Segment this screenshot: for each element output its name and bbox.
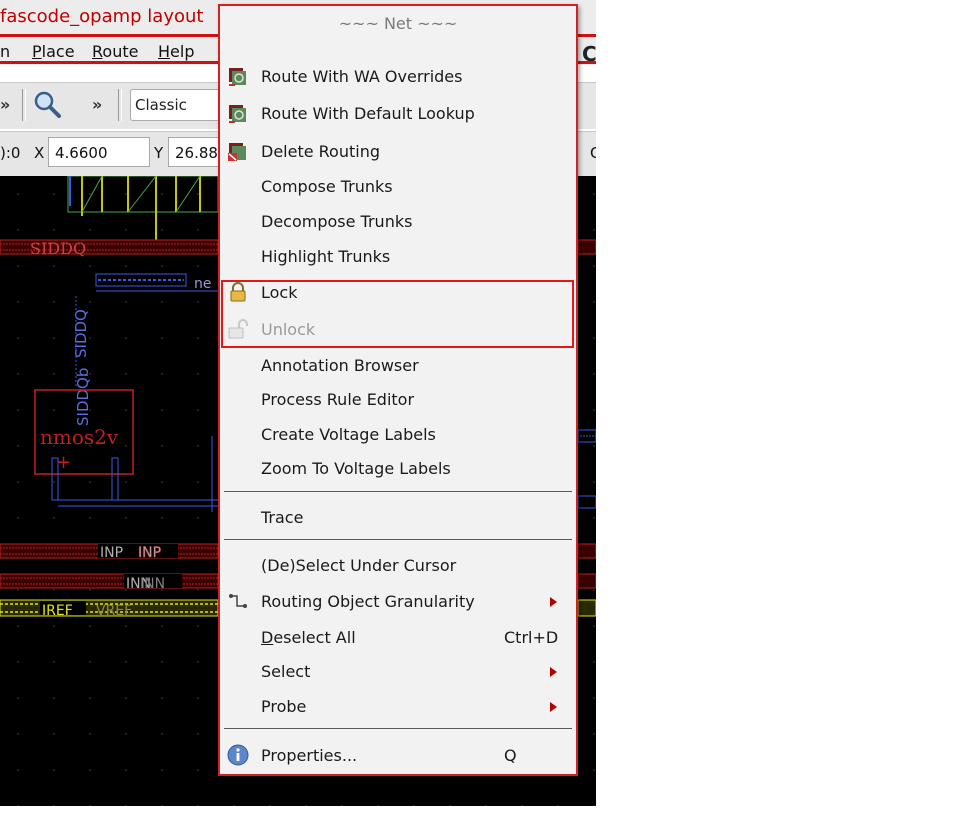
menu-item-routing-object-granularity[interactable]: Routing Object Granularity — [220, 587, 576, 617]
menu-item-annotation-browser[interactable]: Annotation Browser — [220, 351, 576, 381]
menu-item-label: Lock — [261, 283, 298, 302]
menu-item-create-voltage-labels[interactable]: Create Voltage Labels — [220, 420, 576, 450]
net-context-menu: ~~~ Net ~~~ Route With WA Overrides Rout… — [218, 4, 578, 776]
menu-separator — [224, 491, 572, 492]
menu-item-shortcut: Ctrl+D — [504, 628, 559, 647]
menu-item-zoom-voltage-labels[interactable]: Zoom To Voltage Labels — [220, 454, 576, 484]
poly-structure — [67, 176, 219, 246]
menu-item-label: Unlock — [261, 320, 316, 339]
menu-item-label: Process Rule Editor — [261, 390, 415, 409]
inp-rail: INP INP — [0, 543, 219, 561]
route-icon — [229, 105, 246, 123]
toolbar-overflow-chevron-1[interactable]: » — [0, 95, 10, 114]
delete-routing-icon — [228, 143, 246, 161]
menu-separator — [224, 728, 572, 729]
submenu-arrow-icon — [550, 597, 557, 607]
menu-help-mnemonic: H — [158, 42, 171, 61]
menu-item-label: Highlight Trunks — [261, 247, 391, 266]
menu-item-process-rule-editor[interactable]: Process Rule Editor — [220, 385, 576, 415]
menu-route[interactable]: Route — [92, 42, 138, 61]
menu-partial-n-label: n — [0, 42, 11, 61]
zoom-icon[interactable] — [32, 89, 62, 119]
menu-partial-n[interactable]: n — [0, 42, 10, 61]
submenu-arrow-icon — [550, 667, 557, 677]
menu-item-label: Compose Trunks — [261, 177, 393, 196]
route-icon — [229, 68, 246, 86]
inp-label-2: INP — [138, 545, 161, 561]
menu-item-shortcut: Q — [504, 746, 517, 765]
granularity-icon — [229, 594, 247, 608]
nmos2v-label: nmos2v — [40, 425, 119, 449]
menu-item-unlock[interactable]: Unlock — [220, 315, 576, 345]
menu-item-label: Probe — [261, 697, 307, 716]
blue-net-segment: ne — [95, 273, 218, 292]
menu-item-select[interactable]: Select — [220, 657, 576, 687]
x-label: X — [34, 144, 45, 162]
menu-item-route-default-lookup[interactable]: Route With Default Lookup — [220, 99, 576, 129]
lock-icon — [230, 282, 246, 302]
siddqb-vertical-label: SIDDQb — [74, 368, 92, 426]
inn-label-2: INN — [140, 576, 165, 592]
net-label-partial: ne — [194, 276, 212, 292]
menu-item-route-wa-overrides[interactable]: Route With WA Overrides — [220, 62, 576, 92]
menu-item-label: Delete Routing — [261, 142, 380, 161]
nmos2v-instance: nmos2v + — [34, 389, 218, 512]
menu-item-label: Create Voltage Labels — [261, 425, 436, 444]
menu-route-mnemonic: R — [92, 42, 103, 61]
siddq-label: SIDDQ — [30, 239, 86, 258]
menu-item-label: Zoom To Voltage Labels — [261, 459, 451, 478]
info-icon — [227, 744, 249, 766]
menu-item-label: Select — [261, 662, 311, 681]
menu-help[interactable]: Help — [158, 42, 194, 61]
menu-item-label: Properties... — [261, 746, 358, 765]
menu-item-delete-routing[interactable]: Delete Routing — [220, 137, 576, 167]
siddq-rail: SIDDQ — [0, 239, 219, 258]
menu-item-label: Trace — [261, 508, 304, 527]
menu-place-label: lace — [41, 42, 75, 61]
inn-rail: INN INN — [0, 573, 219, 592]
menu-item-label: Annotation Browser — [261, 356, 419, 375]
menu-item-decompose-trunks[interactable]: Decompose Trunks — [220, 207, 576, 237]
menu-item-highlight-trunks[interactable]: Highlight Trunks — [220, 242, 576, 272]
x-coordinate-field[interactable]: 4.6600 — [48, 137, 150, 167]
menu-item-label: Routing Object Granularity — [261, 592, 475, 611]
iref-rail: IREF VREF — [0, 599, 219, 619]
menu-item-compose-trunks[interactable]: Compose Trunks — [220, 172, 576, 202]
siddq-vertical-label: SIDDQ — [72, 309, 90, 358]
coord-prefix: ):0 — [0, 144, 21, 162]
menu-place-mnemonic: P — [32, 42, 42, 61]
toolbar-separator — [22, 89, 26, 121]
y-label: Y — [154, 144, 164, 162]
menu-item-deselect-all[interactable]: Deselect All Ctrl+D — [220, 623, 576, 653]
toolbar-overflow-chevron-2[interactable]: » — [92, 95, 102, 114]
window-title: fascode_opamp layout — [0, 6, 204, 27]
coord-end-glyph: C — [590, 144, 596, 162]
menu-help-label: elp — [170, 42, 195, 61]
menu-item-deselect-under-cursor[interactable]: (De)Select Under Cursor — [220, 551, 576, 581]
menu-place[interactable]: Place — [32, 42, 75, 61]
menu-item-mnemonic: D — [261, 628, 274, 647]
menu-item-label: Deselect All — [261, 628, 356, 647]
right-edge-geometry — [577, 239, 596, 617]
menu-item-label: Route With Default Lookup — [261, 104, 475, 123]
menu-header: ~~~ Net ~~~ — [338, 14, 458, 33]
menu-item-properties[interactable]: Properties... Q — [220, 741, 576, 771]
menu-separator — [224, 539, 572, 540]
menu-item-label: Decompose Trunks — [261, 212, 413, 231]
menu-item-trace[interactable]: Trace — [220, 503, 576, 533]
submenu-arrow-icon — [550, 702, 557, 712]
menu-item-lock[interactable]: Lock — [220, 278, 576, 308]
vref-label: VREF — [96, 603, 132, 619]
unlock-icon — [228, 319, 248, 339]
menu-route-label: oute — [102, 42, 139, 61]
toolbar-separator — [118, 89, 122, 121]
menu-item-label: Route With WA Overrides — [261, 67, 463, 86]
iref-label: IREF — [42, 603, 73, 619]
menu-item-probe[interactable]: Probe — [220, 692, 576, 722]
menu-item-label: (De)Select Under Cursor — [261, 556, 457, 575]
inp-label-1: INP — [100, 545, 123, 561]
window-right-fragment: C — [582, 42, 596, 66]
